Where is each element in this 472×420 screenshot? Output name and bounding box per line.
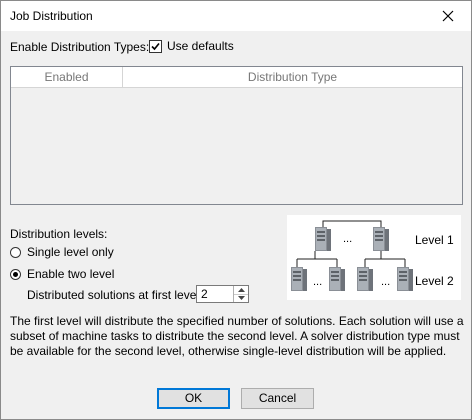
enable-distribution-types-label: Enable Distribution Types: [10,40,150,54]
two-level-label: Enable two level [27,267,115,281]
close-icon [442,10,454,22]
radio-button-two-level[interactable] [10,268,21,280]
column-header-distribution-type[interactable]: Distribution Type [123,67,462,87]
radio-two-level[interactable]: Enable two level [10,267,114,281]
use-defaults-checkbox[interactable]: Use defaults [149,39,234,53]
description-text: The first level will distribute the spec… [10,314,464,358]
first-level-solutions-spinner[interactable]: 2 [196,285,249,303]
job-distribution-dialog: Job Distribution Enable Distribution Typ… [0,0,472,420]
spinner-value[interactable]: 2 [201,287,208,301]
level-2-label: Level 2 [415,274,454,288]
checkmark-icon [151,42,160,50]
cancel-button[interactable]: Cancel [241,388,314,409]
server-icon [329,267,345,291]
distribution-levels-label: Distribution levels: [10,227,108,241]
server-icon [397,267,413,291]
first-level-solutions-label: Distributed solutions at first level: [27,288,203,302]
checkbox-box[interactable] [149,39,162,53]
use-defaults-label: Use defaults [167,39,234,53]
single-level-label: Single level only [27,245,114,259]
server-icon [357,267,373,291]
distribution-types-table[interactable]: Enabled Distribution Type [10,66,463,205]
ok-button[interactable]: OK [157,388,230,409]
spinner-buttons [233,286,248,302]
table-header: Enabled Distribution Type [11,67,462,88]
chevron-up-icon [237,288,245,292]
radio-button-single[interactable] [10,246,21,258]
title-bar: Job Distribution [1,1,471,31]
column-header-enabled[interactable]: Enabled [11,67,123,87]
server-icon [315,227,331,251]
ellipsis-level2-right: ... [381,276,390,288]
chevron-down-icon [237,296,245,300]
close-button[interactable] [425,1,471,31]
spin-down-button[interactable] [234,294,248,302]
ellipsis-level2-left: ... [313,276,322,288]
ellipsis-level1: ... [343,233,352,245]
radio-single-level[interactable]: Single level only [10,245,114,259]
window-title: Job Distribution [10,9,93,23]
server-icon [373,227,389,251]
level-1-label: Level 1 [415,233,454,247]
server-icon [291,267,307,291]
